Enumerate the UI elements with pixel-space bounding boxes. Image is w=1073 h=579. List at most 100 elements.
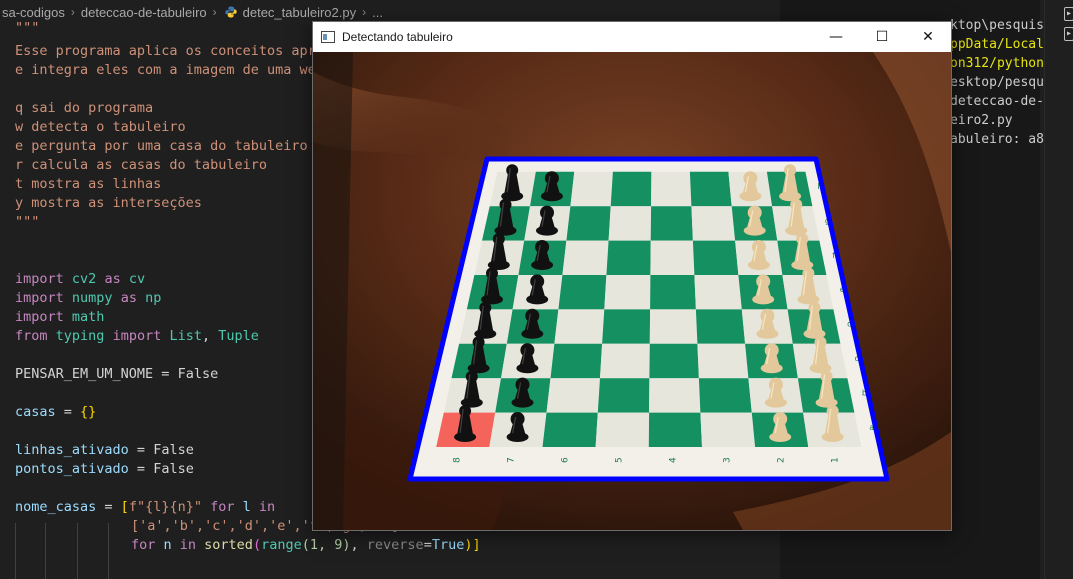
- board-square: [691, 206, 736, 241]
- board-square: [648, 412, 702, 447]
- minimize-button[interactable]: —: [813, 22, 859, 52]
- board-square: [554, 309, 605, 344]
- operator: =: [96, 499, 121, 515]
- keyword: in: [171, 537, 205, 553]
- keyword: import: [15, 290, 64, 306]
- board-square: [558, 275, 607, 310]
- indent-guide: [108, 523, 109, 579]
- opencv-window[interactable]: Detectando tabuleiro — ☐ ✕ 8 7 6 5 4 3 2…: [312, 21, 952, 531]
- function-name: sorted: [204, 537, 253, 553]
- rank-label: 5: [615, 457, 625, 463]
- indent-guide: [77, 523, 78, 579]
- board-square: [649, 378, 701, 413]
- board-square: [700, 412, 756, 447]
- operator: =: [128, 461, 154, 477]
- variable-name: casas: [15, 404, 56, 420]
- fstring: f"{l}{n}": [128, 499, 202, 515]
- breadcrumb-symbols[interactable]: ...: [370, 5, 385, 20]
- board-square: [546, 378, 600, 413]
- loop-var: l: [242, 499, 251, 515]
- board-square: [600, 343, 650, 379]
- chevron-right-icon: ›: [212, 5, 217, 19]
- python-file-icon: [224, 6, 237, 18]
- keyword: import: [112, 328, 162, 344]
- window-title: Detectando tabuleiro: [342, 30, 453, 44]
- type-name: Tuple: [218, 328, 259, 344]
- terminal-tabs-rail: [1044, 0, 1073, 579]
- code-line-import-numpy: import numpy as np: [15, 289, 161, 308]
- terminal-line: abuleiro: a8: [950, 132, 1044, 147]
- chevron-right-icon: ›: [70, 5, 75, 19]
- indent-guide: [45, 523, 46, 579]
- board-square: [570, 171, 613, 207]
- rank-label: 1: [831, 457, 841, 463]
- code-line: e pergunta por uma casa do tabuleiro: [15, 138, 308, 154]
- code-line: e integra eles com a imagem de uma webc: [15, 62, 332, 78]
- code-line: t mostra as linhas: [15, 176, 162, 192]
- code-line: """: [15, 214, 40, 230]
- rank-label: 4: [669, 457, 679, 463]
- keyword: as: [104, 271, 121, 287]
- board-square: [602, 309, 651, 344]
- board-square: [649, 309, 698, 344]
- maximize-button[interactable]: ☐: [859, 22, 905, 52]
- module-name: typing: [55, 328, 105, 344]
- code-line-casas: casas = {}: [15, 403, 96, 422]
- board-square: [650, 275, 696, 310]
- board-square: [694, 275, 742, 310]
- terminal-line: eiro2.py: [950, 113, 1013, 128]
- code-line: w detecta o tabuleiro: [15, 119, 186, 135]
- terminal-tab-icon[interactable]: ▸: [1064, 27, 1073, 41]
- rank-label: 6: [561, 457, 571, 463]
- board-square: [597, 378, 650, 413]
- board-square: [550, 343, 603, 379]
- code-line: Esse programa aplica os conceitos apres: [15, 43, 332, 59]
- loop-var: n: [163, 537, 172, 553]
- keyword: from: [15, 328, 48, 344]
- rank-label: 3: [723, 457, 733, 463]
- type-name: List: [169, 328, 203, 344]
- breadcrumb-file[interactable]: detec_tabuleiro2.py: [241, 5, 358, 20]
- board-square: [606, 240, 651, 275]
- module-name: numpy: [71, 290, 113, 306]
- breadcrumb-folder-root[interactable]: sa-codigos: [0, 5, 67, 20]
- board-square: [595, 412, 650, 447]
- code-line: """: [15, 20, 40, 36]
- board-square: [689, 171, 732, 207]
- breadcrumb-folder[interactable]: deteccao-de-tabuleiro: [79, 5, 209, 20]
- code-line: q sai do programa: [15, 100, 154, 116]
- dict-literal: {}: [80, 404, 97, 420]
- code-line-nome-casas: nome_casas = [f"{l}{n}" for l in: [15, 498, 275, 517]
- rank-label: 7: [507, 457, 517, 463]
- board-square: [651, 171, 692, 207]
- code-line-pontos: pontos_ativado = False: [15, 460, 194, 479]
- indent-guide: [15, 523, 16, 579]
- terminal-line: on312/python: [950, 56, 1044, 71]
- board-square: [697, 343, 749, 379]
- rank-label: 2: [777, 457, 787, 463]
- window-app-icon: [321, 31, 335, 43]
- operator: =: [128, 442, 154, 458]
- board-square: [566, 206, 611, 241]
- code-line-range: for n in sorted(range(1, 9), reverse=Tru…: [131, 537, 481, 553]
- chessboard-image: 8 7 6 5 4 3 2 1hgfedcba: [313, 52, 951, 530]
- bool-value: False: [153, 461, 194, 477]
- bool-value: True: [431, 537, 465, 553]
- module-name: math: [71, 309, 105, 325]
- keyword: as: [120, 290, 137, 306]
- keyword: for: [131, 537, 164, 553]
- keyword: for: [201, 499, 243, 515]
- board-square: [692, 240, 739, 275]
- module-alias: np: [145, 290, 162, 306]
- window-titlebar[interactable]: Detectando tabuleiro — ☐ ✕: [313, 22, 951, 52]
- close-button[interactable]: ✕: [905, 22, 951, 52]
- constant-name: PENSAR_EM_UM_NOME: [15, 366, 154, 382]
- code-line-linhas: linhas_ativado = False: [15, 441, 194, 460]
- board-square: [650, 206, 693, 241]
- board-square: [610, 171, 652, 207]
- terminal-tab-icon[interactable]: ▸: [1064, 7, 1073, 21]
- module-name: cv2: [71, 271, 97, 287]
- param-name: reverse: [366, 537, 424, 553]
- operator: =: [55, 404, 81, 420]
- variable-name: pontos_ativado: [15, 461, 129, 477]
